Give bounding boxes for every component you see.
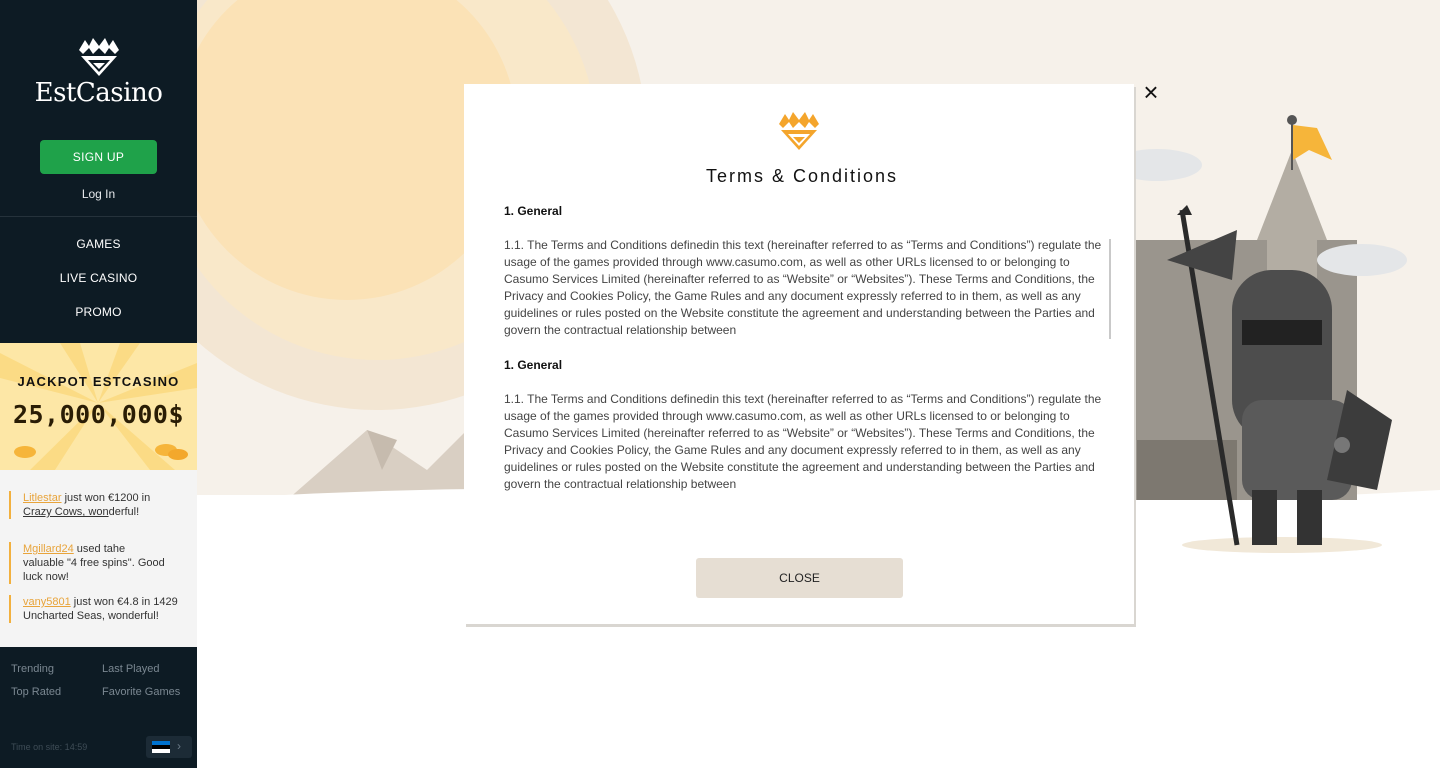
coin-icon xyxy=(14,446,36,458)
terms-modal: Terms & Conditions 1. General 1.1. The T… xyxy=(464,84,1134,624)
sidebar-nav: GAMES LIVE CASINO PROMO xyxy=(0,237,197,339)
link-last-played[interactable]: Last Played xyxy=(102,663,159,675)
brand-logo[interactable]: EstCasino xyxy=(0,32,197,108)
feed-user-link[interactable]: Litlestar xyxy=(23,492,62,504)
feed-text: just won €1200 in xyxy=(61,492,151,504)
section-heading: 1. General xyxy=(504,204,563,218)
feed-user-link[interactable]: Mgillard24 xyxy=(23,543,74,555)
feed-text: derful! xyxy=(108,506,140,518)
chevron-right-icon: › xyxy=(177,739,181,753)
feed-item: Mgillard24 used tahe valuable "4 free sp… xyxy=(9,542,169,584)
sidebar: EstCasino SIGN UP Log In GAMES LIVE CASI… xyxy=(0,0,197,768)
section-heading: 1. General xyxy=(504,358,563,372)
section-body: 1.1. The Terms and Conditions definedin … xyxy=(504,392,1102,491)
modal-title: Terms & Conditions xyxy=(705,166,899,186)
nav-item-games[interactable]: GAMES xyxy=(0,237,197,271)
language-selector[interactable]: › xyxy=(146,736,192,758)
section-body: 1.1. The Terms and Conditions definedin … xyxy=(504,238,1102,337)
content-scrollbar[interactable] xyxy=(1109,239,1111,339)
signup-button[interactable]: SIGN UP xyxy=(40,140,157,174)
winners-feed: Litlestar just won €1200 in Crazy Cows, … xyxy=(0,470,197,647)
jackpot-amount: 25,000,000$ xyxy=(12,400,185,429)
login-link[interactable]: Log In xyxy=(0,187,197,201)
time-on-site: Time on site: 14:59 xyxy=(11,742,88,752)
link-trending[interactable]: Trending xyxy=(11,663,54,675)
sidebar-divider xyxy=(0,216,197,217)
coin-icon xyxy=(168,449,188,460)
feed-item: vany5801 just won €4.8 in 1429 Uncharted… xyxy=(9,595,187,623)
link-favorite-games[interactable]: Favorite Games xyxy=(102,686,180,698)
nav-item-promo[interactable]: PROMO xyxy=(0,305,197,339)
feed-item: Litlestar just won €1200 in Crazy Cows, … xyxy=(9,491,179,519)
nav-item-live-casino[interactable]: LIVE CASINO xyxy=(0,271,197,305)
link-top-rated[interactable]: Top Rated xyxy=(11,686,61,698)
crown-heart-logo-icon xyxy=(78,38,119,76)
feed-game-link[interactable]: Crazy Cows, won xyxy=(23,506,109,518)
close-button[interactable]: CLOSE xyxy=(696,558,903,598)
brand-name: EstCasino xyxy=(34,78,163,108)
close-icon[interactable]: × xyxy=(1140,79,1162,105)
jackpot-title: JACKPOT ESTCASINO xyxy=(17,374,180,389)
feed-user-link[interactable]: vany5801 xyxy=(23,596,71,608)
jackpot-banner[interactable]: JACKPOT ESTCASINO 25,000,000$ xyxy=(0,343,197,470)
terms-content[interactable]: 1. General 1.1. The Terms and Conditions… xyxy=(504,202,1104,494)
estonia-flag-icon xyxy=(152,741,170,753)
crown-heart-logo-icon xyxy=(779,112,819,150)
